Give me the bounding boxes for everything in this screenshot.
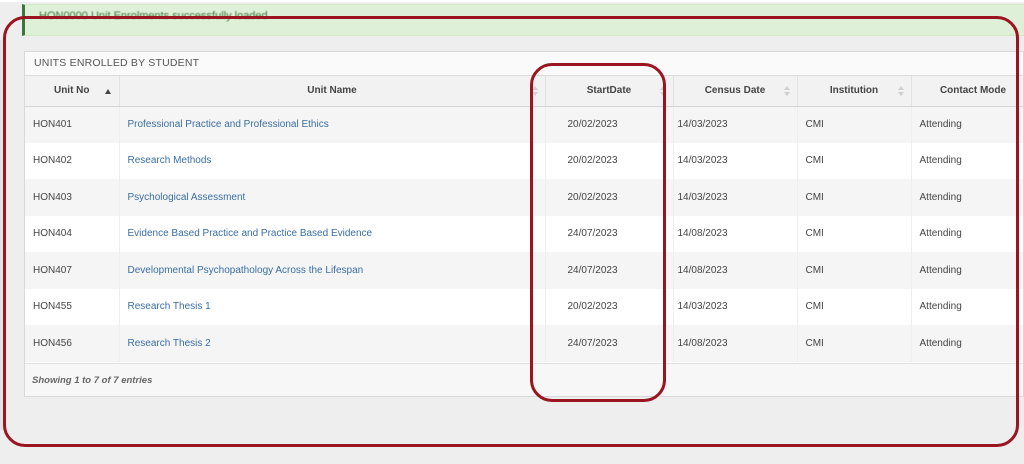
cell-unit-no: HON402 (25, 142, 120, 179)
cell-contact-mode: Attending (911, 106, 1023, 143)
entries-info: Showing 1 to 7 of 7 entries (32, 375, 153, 386)
cell-institution: CMI (797, 142, 912, 179)
cell-unit-no: HON404 (25, 215, 120, 252)
column-header-label: Institution (829, 85, 879, 97)
panel-title: UNITS ENROLLED BY STUDENT (25, 52, 1023, 76)
unit-name-link[interactable]: Research Thesis 1 (128, 301, 211, 312)
unit-name-link[interactable]: Research Methods (128, 155, 212, 166)
cell-institution: CMI (797, 325, 912, 362)
cell-unit-no: HON401 (25, 106, 120, 143)
success-banner: HON0000 Unit Enrolments successfully loa… (22, 4, 1024, 36)
cell-census-date: 14/08/2023 (673, 215, 798, 252)
cell-start-date: 24/07/2023 (545, 252, 674, 289)
column-header-institution[interactable]: Institution (797, 76, 912, 107)
unit-name-link[interactable]: Professional Practice and Professional E… (128, 119, 329, 130)
cell-start-date: 24/07/2023 (545, 325, 674, 362)
sort-icon (531, 86, 539, 98)
units-table: Unit No Unit Name StartDate Census Date … (25, 76, 1023, 362)
unit-name-link[interactable]: Evidence Based Practice and Practice Bas… (128, 228, 373, 239)
column-header-census-date[interactable]: Census Date (673, 76, 798, 107)
table-row: HON407 Developmental Psychopathology Acr… (25, 252, 1023, 289)
column-header-contact-mode[interactable]: Contact Mode (911, 76, 1023, 107)
sort-icon (783, 86, 791, 98)
column-header-unit-name[interactable]: Unit Name (119, 76, 546, 107)
column-header-unit-no[interactable]: Unit No (25, 76, 120, 107)
cell-unit-name: Research Methods (119, 142, 546, 179)
cell-unit-name: Research Thesis 2 (119, 325, 546, 362)
cell-unit-no: HON456 (25, 325, 120, 362)
cell-unit-name: Psychological Assessment (119, 179, 546, 216)
cell-start-date: 20/02/2023 (545, 142, 674, 179)
top-strip (0, 0, 1024, 2)
unit-name-link[interactable]: Developmental Psychopathology Across the… (128, 265, 364, 276)
sort-icon (659, 86, 667, 98)
unit-name-link[interactable]: Psychological Assessment (128, 192, 246, 203)
units-enrolled-panel: UNITS ENROLLED BY STUDENT Unit No Unit N… (24, 51, 1024, 397)
cell-institution: CMI (797, 215, 912, 252)
column-header-start-date[interactable]: StartDate (545, 76, 674, 107)
table-row: HON403 Psychological Assessment 20/02/20… (25, 179, 1023, 216)
cell-start-date: 20/02/2023 (545, 288, 674, 325)
cell-unit-name: Evidence Based Practice and Practice Bas… (119, 215, 546, 252)
table-footer: Showing 1 to 7 of 7 entries (25, 363, 1023, 396)
cell-contact-mode: Attending (911, 215, 1023, 252)
sort-icon (897, 86, 905, 98)
success-message: HON0000 Unit Enrolments successfully loa… (39, 10, 268, 22)
cell-unit-name: Professional Practice and Professional E… (119, 106, 546, 143)
cell-contact-mode: Attending (911, 252, 1023, 289)
cell-institution: CMI (797, 106, 912, 143)
table-header-row: Unit No Unit Name StartDate Census Date … (25, 76, 1023, 107)
cell-census-date: 14/08/2023 (673, 252, 798, 289)
cell-institution: CMI (797, 179, 912, 216)
cell-unit-name: Developmental Psychopathology Across the… (119, 252, 546, 289)
cell-unit-no: HON455 (25, 288, 120, 325)
cell-contact-mode: Attending (911, 142, 1023, 179)
cell-unit-name: Research Thesis 1 (119, 288, 546, 325)
cell-contact-mode: Attending (911, 325, 1023, 362)
column-header-label: StartDate (586, 85, 632, 97)
cell-contact-mode: Attending (911, 288, 1023, 325)
table-row: HON402 Research Methods 20/02/2023 14/03… (25, 142, 1023, 179)
cell-census-date: 14/03/2023 (673, 288, 798, 325)
cell-census-date: 14/03/2023 (673, 106, 798, 143)
column-header-label: Contact Mode (939, 85, 1007, 97)
cell-institution: CMI (797, 252, 912, 289)
column-header-label: Unit No (53, 85, 90, 97)
cell-start-date: 20/02/2023 (545, 179, 674, 216)
cell-institution: CMI (797, 288, 912, 325)
column-header-label: Census Date (704, 85, 766, 97)
cell-unit-no: HON407 (25, 252, 120, 289)
page-side-gutter (0, 40, 6, 430)
cell-start-date: 24/07/2023 (545, 215, 674, 252)
cell-census-date: 14/03/2023 (673, 142, 798, 179)
cell-contact-mode: Attending (911, 179, 1023, 216)
table-row: HON455 Research Thesis 1 20/02/2023 14/0… (25, 288, 1023, 325)
table-row: HON404 Evidence Based Practice and Pract… (25, 215, 1023, 252)
cell-census-date: 14/08/2023 (673, 325, 798, 362)
column-header-label: Unit Name (307, 85, 357, 97)
cell-unit-no: HON403 (25, 179, 120, 216)
table-row: HON456 Research Thesis 2 24/07/2023 14/0… (25, 325, 1023, 362)
table-row: HON401 Professional Practice and Profess… (25, 106, 1023, 143)
cell-start-date: 20/02/2023 (545, 106, 674, 143)
unit-name-link[interactable]: Research Thesis 2 (128, 338, 211, 349)
sort-ascending-icon (104, 89, 111, 94)
cell-census-date: 14/03/2023 (673, 179, 798, 216)
